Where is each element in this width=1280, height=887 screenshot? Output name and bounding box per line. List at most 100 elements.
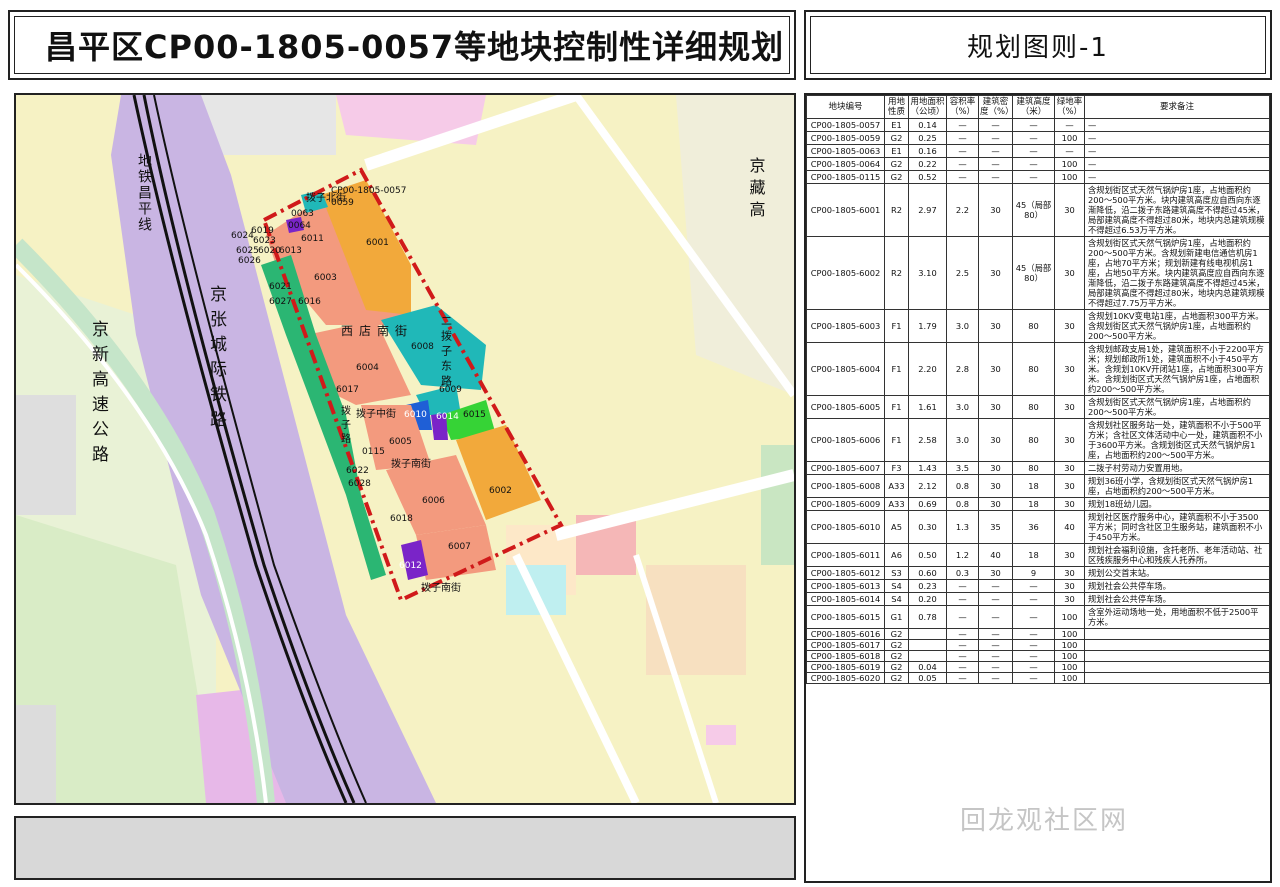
table-cell: 3.0	[946, 309, 979, 343]
table-cell: —	[1012, 605, 1055, 629]
label-erbozi: 二拨子东路	[440, 315, 453, 390]
table-cell: F1	[884, 418, 909, 462]
table-cell: 100	[1054, 661, 1085, 673]
table-cell: 0.8	[946, 474, 979, 498]
table-cell: CP00-1805-0059	[806, 131, 885, 145]
table-cell: 35	[978, 510, 1013, 544]
table-cell: 45（局部80）	[1012, 183, 1055, 237]
table-cell: 0.20	[908, 592, 947, 606]
table-cell: 0.78	[908, 605, 947, 629]
table-cell: CP00-1805-6004	[806, 342, 885, 396]
table-cell: 36	[1012, 510, 1055, 544]
table-cell: 规划公交首末站。	[1084, 566, 1270, 580]
table-cell: 2.2	[946, 183, 979, 237]
table-cell: 0.30	[908, 510, 947, 544]
table-cell: 规划社会福利设施，含托老所、老年活动站、社区残疾服务中心和残疾人托养所。	[1084, 543, 1270, 567]
table-cell: 30	[978, 474, 1013, 498]
table-cell: 30	[978, 395, 1013, 419]
table-cell: 30	[978, 566, 1013, 580]
table-row: CP00-1805-6016 G2— — —100	[806, 628, 1270, 640]
label-6028: 6028	[348, 479, 371, 489]
label-6016: 6016	[298, 297, 321, 307]
label-6020: 6020	[258, 246, 281, 256]
table-cell: CP00-1805-6015	[806, 605, 885, 629]
table-cell: CP00-1805-6009	[806, 497, 885, 511]
table-row: CP00-1805-6004 F1 2.20 2.8 30 80 30 含规划邮政支局1处，建…	[806, 342, 1270, 396]
table-cell: —	[1084, 118, 1270, 132]
label-6022: 6022	[346, 466, 369, 476]
table-cell: —	[946, 661, 979, 673]
table-cell: —	[946, 144, 979, 158]
table-cell: 80	[1012, 461, 1055, 475]
table-cell: —	[946, 579, 979, 593]
table-cell: 0.23	[908, 579, 947, 593]
label-6023: 6023	[253, 236, 276, 246]
label-6012: 6012	[399, 561, 422, 571]
table-cell: 0.3	[946, 566, 979, 580]
table-cell: CP00-1805-6020	[806, 672, 885, 684]
rule-title: 规划图则-1	[967, 32, 1109, 63]
table-cell: —	[1012, 650, 1055, 662]
table-cell: —	[1012, 628, 1055, 640]
table-cell: CP00-1805-6007	[806, 461, 885, 475]
map-canvas: CP00-1805-0057 0059 0063 0064 6001 6003 …	[16, 95, 794, 803]
col-header: 建筑高度（米）	[1012, 95, 1055, 119]
table-cell: A6	[884, 543, 909, 567]
table-cell: —	[1084, 157, 1270, 171]
table-cell: 100	[1054, 639, 1085, 651]
table-cell: G2	[884, 672, 909, 684]
label-6026: 6026	[238, 256, 261, 266]
table-cell: CP00-1805-6013	[806, 579, 885, 593]
label-6003: 6003	[314, 273, 337, 283]
table-cell: F1	[884, 309, 909, 343]
label-6013: 6013	[279, 246, 302, 256]
label-0063: 0063	[291, 209, 314, 219]
table-header-row: 地块编号 用地性质 用地面积（公顷） 容积率（%） 建筑密度（%） 建筑高度（米…	[806, 95, 1270, 119]
table-cell: 30	[1054, 543, 1085, 567]
col-header: 建筑密度（%）	[978, 95, 1014, 119]
table-cell: —	[946, 672, 979, 684]
table-cell: 0.52	[908, 170, 947, 184]
label-6002: 6002	[489, 486, 512, 496]
table-row: CP00-1805-0115 G2 0.52— — —100—	[806, 170, 1270, 184]
table-body: CP00-1805-0057 E1 0.14— — — — — CP00-1805-0059 G…	[806, 118, 1270, 684]
table-cell: 30	[1054, 395, 1085, 419]
table-cell: 9	[1012, 566, 1055, 580]
table-cell: 0.69	[908, 497, 947, 511]
table-cell: CP00-1805-6017	[806, 639, 885, 651]
table-cell: 规划社会公共停车场。	[1084, 579, 1270, 593]
table-cell: 0.8	[946, 497, 979, 511]
table-cell: R2	[884, 183, 909, 237]
gray-zone	[16, 395, 76, 515]
table-cell: E1	[884, 144, 909, 158]
table-cell: —	[978, 170, 1013, 184]
table-cell: 2.8	[946, 342, 979, 396]
label-6017: 6017	[336, 385, 359, 395]
table-row: CP00-1805-6007 F3 1.43 3.5 30 80 30 二拨子村劳动力安置用地…	[806, 461, 1270, 475]
table-cell: 30	[1054, 474, 1085, 498]
table-cell	[908, 628, 947, 640]
table-row: CP00-1805-6008 A33 2.12 0.8 30 18 30 规划36班小学，含规…	[806, 474, 1270, 498]
table-cell: —	[978, 144, 1013, 158]
label-6008: 6008	[411, 342, 434, 352]
label-6015: 6015	[463, 410, 486, 420]
table-cell: 45（局部80）	[1012, 236, 1055, 310]
table-cell: —	[1084, 131, 1270, 145]
table-cell: E1	[884, 118, 909, 132]
label-bozi-north: 拨子北街	[306, 191, 346, 204]
table-row: CP00-1805-6013 S4 0.23— — —30 规划社会公共停车场。	[806, 579, 1270, 593]
table-cell: G2	[884, 650, 909, 662]
table-cell: 30	[978, 183, 1013, 237]
planning-map: CP00-1805-0057 0059 0063 0064 6001 6003 …	[14, 93, 796, 805]
table-cell: —	[1012, 118, 1055, 132]
table-cell: —	[978, 661, 1013, 673]
col-header: 容积率（%）	[946, 95, 979, 119]
table-cell: 30	[1054, 342, 1085, 396]
table-cell: 30	[1054, 566, 1085, 580]
label-jingzang: 京藏高	[747, 157, 766, 223]
table-cell: —	[946, 605, 979, 629]
table-cell: —	[1012, 579, 1055, 593]
col-header: 用地性质	[884, 95, 909, 119]
table-cell: G2	[884, 157, 909, 171]
label-subway: 地铁昌平线	[136, 153, 152, 233]
